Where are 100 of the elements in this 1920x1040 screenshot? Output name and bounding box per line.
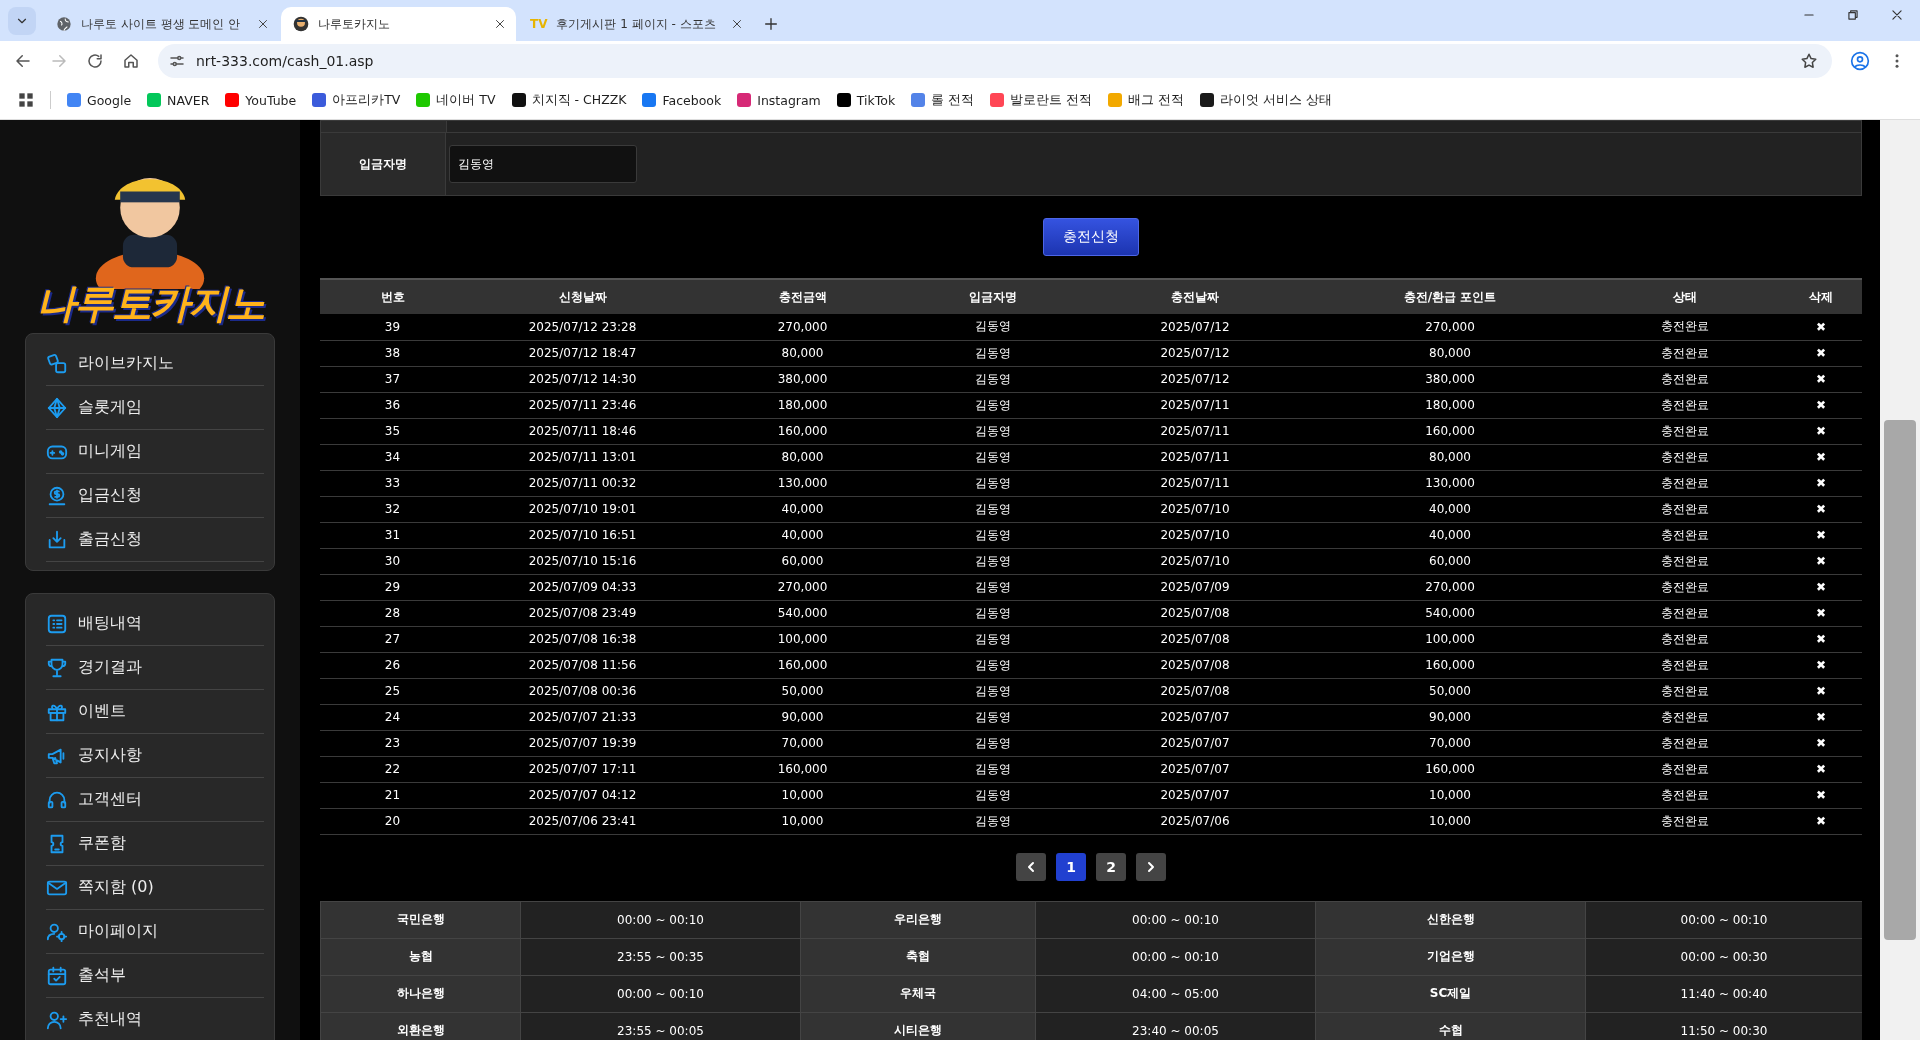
- bookmark[interactable]: 롤 전적: [911, 91, 975, 109]
- bookmark[interactable]: YouTube: [225, 92, 297, 108]
- menu-item[interactable]: 이벤트: [46, 690, 264, 734]
- table-cell: 160,000: [1425, 658, 1475, 672]
- menu-item[interactable]: 입금신청: [46, 474, 264, 518]
- table-cell: 160,000: [777, 762, 828, 776]
- bookmark[interactable]: Facebook: [642, 92, 722, 108]
- field-label: 입금자명: [321, 133, 446, 195]
- url-text: nrt-333.com/cash_01.asp: [196, 53, 375, 69]
- delete-icon[interactable]: ✖: [1815, 788, 1827, 802]
- table-cell: 김동영: [974, 735, 1011, 750]
- table-cell: 충전완료: [1661, 787, 1709, 802]
- bookmark[interactable]: 아프리카TV: [312, 91, 401, 109]
- delete-icon[interactable]: ✖: [1815, 450, 1827, 464]
- charge-request-button[interactable]: 충전신청: [1043, 218, 1139, 256]
- menu-item[interactable]: 배팅내역: [46, 602, 264, 646]
- list-icon: [46, 612, 68, 635]
- delete-icon[interactable]: ✖: [1815, 476, 1827, 490]
- delete-icon[interactable]: ✖: [1815, 398, 1827, 412]
- table-cell: 20: [384, 814, 401, 828]
- table-cell: 33: [384, 476, 401, 490]
- reload-icon[interactable]: [86, 52, 104, 70]
- delete-icon[interactable]: ✖: [1815, 319, 1827, 334]
- chevron-left-icon[interactable]: [1016, 852, 1046, 881]
- table-cell: 2025/07/11: [1160, 476, 1230, 490]
- apps-icon[interactable]: [18, 92, 34, 108]
- menu-item[interactable]: 공지사항: [46, 734, 264, 778]
- table-cell: 40,000: [1429, 502, 1471, 516]
- delete-icon[interactable]: ✖: [1815, 502, 1827, 516]
- close-icon[interactable]: [1890, 7, 1904, 22]
- table-cell: 충전완료: [1661, 371, 1709, 386]
- browser-tab[interactable]: 나루토카지노: [281, 7, 516, 41]
- table-cell: 2025/07/07: [1160, 710, 1230, 724]
- table-cell: 540,000: [1425, 606, 1475, 620]
- bank-hours: 00:00 ~ 00:10: [617, 912, 704, 927]
- restore-icon[interactable]: [1846, 7, 1860, 22]
- new-tab-icon[interactable]: [763, 16, 779, 32]
- browser-tab[interactable]: TV 후기게시판 1 페이지 - 스포츠: [518, 7, 753, 41]
- bookmark[interactable]: TikTok: [836, 92, 896, 108]
- bookmark[interactable]: 치지직 - CHZZK: [511, 91, 627, 109]
- menu-item[interactable]: 쿠폰함: [46, 822, 264, 866]
- bookmark[interactable]: 배그 전적: [1108, 91, 1185, 109]
- delete-icon[interactable]: ✖: [1815, 762, 1827, 776]
- depositor-field[interactable]: 김동영: [449, 145, 637, 183]
- table-cell: 10,000: [781, 814, 824, 828]
- table-cell: 2025/07/09 04:33: [528, 580, 637, 594]
- table-cell: 김동영: [974, 501, 1011, 516]
- delete-icon[interactable]: ✖: [1815, 580, 1827, 594]
- menu-item[interactable]: 마이페이지: [46, 910, 264, 954]
- menu-item[interactable]: 라이브카지노: [46, 342, 264, 386]
- delete-icon[interactable]: ✖: [1815, 710, 1827, 724]
- delete-icon[interactable]: ✖: [1815, 606, 1827, 620]
- chevron-right-icon[interactable]: [1136, 852, 1166, 881]
- delete-icon[interactable]: ✖: [1815, 528, 1827, 542]
- table-cell: 충전완료: [1661, 449, 1709, 464]
- back-icon[interactable]: [14, 52, 32, 70]
- menu-item[interactable]: 쪽지함 (0): [46, 866, 264, 910]
- trophy-icon: [46, 656, 68, 679]
- delete-icon[interactable]: ✖: [1815, 814, 1827, 828]
- close-icon[interactable]: [494, 18, 506, 30]
- delete-icon[interactable]: ✖: [1815, 424, 1827, 438]
- page-button[interactable]: 1: [1056, 852, 1086, 881]
- home-icon[interactable]: [122, 52, 140, 70]
- table-cell: 90,000: [1429, 710, 1471, 724]
- menu-item[interactable]: 출금신청: [46, 518, 264, 562]
- bank-hours: 11:40 ~ 00:40: [1680, 986, 1768, 1001]
- bookmark-star-icon[interactable]: [1800, 52, 1818, 70]
- delete-icon[interactable]: ✖: [1815, 554, 1827, 568]
- page-button[interactable]: 2: [1096, 852, 1126, 881]
- delete-icon[interactable]: ✖: [1815, 632, 1827, 646]
- table-cell: 34: [384, 450, 401, 464]
- browser-tab[interactable]: 나루토 사이트 평생 도메인 안: [44, 7, 279, 41]
- profile-icon[interactable]: [1850, 51, 1870, 71]
- menu-item[interactable]: 미니게임: [46, 430, 264, 474]
- menu-item[interactable]: 경기결과: [46, 646, 264, 690]
- delete-icon[interactable]: ✖: [1815, 346, 1827, 360]
- delete-icon[interactable]: ✖: [1815, 684, 1827, 698]
- bank-name: 수협: [1438, 1023, 1463, 1037]
- delete-icon[interactable]: ✖: [1815, 736, 1827, 750]
- menu-item[interactable]: 슬롯게임: [46, 386, 264, 430]
- column-header: 상태: [1590, 279, 1780, 314]
- table-cell: 50,000: [1429, 684, 1471, 698]
- menu-item[interactable]: 출석부: [46, 954, 264, 998]
- bookmark[interactable]: Instagram: [737, 92, 821, 108]
- bank-name: 국민은행: [396, 912, 445, 926]
- table-cell: 36: [384, 398, 401, 412]
- bookmark[interactable]: NAVER: [147, 92, 210, 108]
- delete-icon[interactable]: ✖: [1815, 372, 1827, 386]
- menu-item[interactable]: 고객센터: [46, 778, 264, 822]
- delete-icon[interactable]: ✖: [1815, 658, 1827, 672]
- scrollbar[interactable]: [1880, 120, 1920, 1040]
- menu-item[interactable]: 추천내역: [46, 998, 264, 1040]
- bookmark[interactable]: Google: [67, 92, 132, 108]
- close-icon[interactable]: [731, 18, 743, 30]
- close-icon[interactable]: [257, 18, 269, 30]
- bookmark[interactable]: 네이버 TV: [416, 91, 496, 109]
- bookmark[interactable]: 라이엇 서비스 상태: [1200, 91, 1333, 109]
- bookmark[interactable]: 발로란트 전적: [990, 91, 1093, 109]
- table-cell: 160,000: [1425, 424, 1475, 438]
- address-field[interactable]: nrt-333.com/cash_01.asp: [158, 44, 1832, 78]
